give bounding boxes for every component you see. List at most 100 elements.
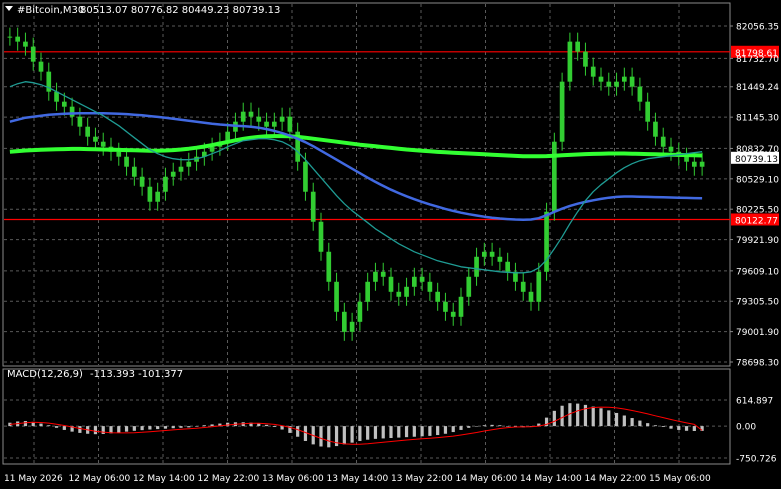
candle-body [373, 271, 378, 282]
time-tick-label: 13 May 06:00 [262, 474, 324, 484]
macd-label: MACD(12,26,9) [7, 369, 83, 380]
macd-panel-frame [2, 368, 731, 465]
candle-body [15, 36, 20, 42]
macd-histogram-bar [677, 426, 681, 430]
candle-body [692, 161, 697, 167]
macd-tick-label: 614.897 [736, 397, 773, 407]
candle-body [482, 251, 487, 257]
candle-body [380, 271, 386, 277]
candle-body [349, 321, 355, 332]
macd-histogram-bar [257, 423, 261, 427]
macd-histogram-bar [451, 426, 455, 433]
candle-body [147, 186, 153, 202]
candle-body [544, 211, 549, 272]
macd-histogram-bar [474, 426, 479, 427]
candle-body [365, 281, 370, 302]
macd-histogram-bar [607, 410, 611, 427]
macd-histogram-bar [389, 426, 393, 439]
candle-body [629, 76, 635, 87]
macd-histogram-bar [599, 408, 603, 427]
macd-histogram-bar [366, 426, 370, 440]
macd-histogram-bar [661, 426, 665, 427]
candle-body [170, 171, 176, 177]
candle-body [645, 101, 650, 122]
candle-body [310, 191, 316, 222]
candle-body [326, 251, 332, 282]
candle-body [357, 301, 363, 322]
macd-histogram-bar [373, 426, 378, 439]
macd-histogram-bar [124, 426, 129, 432]
candle-body [77, 116, 83, 127]
candle-body [567, 41, 573, 82]
price-tick-label: 79001.90 [736, 328, 779, 338]
candle-body [388, 276, 394, 292]
candle-body [116, 151, 122, 157]
candle-body [248, 111, 254, 117]
candle-body [575, 41, 580, 52]
candle-body [466, 276, 472, 297]
candle-body [279, 116, 285, 122]
price-tick-label: 81145.30 [736, 114, 779, 124]
macd-histogram-bar [560, 405, 564, 427]
candle-body [450, 311, 456, 317]
time-tick-label: 15 May 06:00 [649, 474, 711, 484]
candle-body [497, 256, 503, 262]
time-axis[interactable]: 11 May 2026 12 May 06:00 12 May 14:00 12 Ma… [4, 474, 711, 484]
macd-histogram-bar [358, 426, 362, 441]
macd-histogram-bar [280, 426, 284, 430]
candle-body [272, 121, 277, 127]
candle-body [528, 291, 534, 302]
candle-body [699, 161, 705, 167]
candle-body [132, 166, 137, 177]
time-tick-label: 13 May 14:00 [327, 474, 389, 484]
macd-axis[interactable]: 614.897 0.00 -750.726 [736, 397, 777, 465]
macd-histogram-bar [132, 426, 136, 431]
candle-body [559, 81, 565, 142]
candle-body [427, 281, 433, 292]
macd-histogram-bar [591, 406, 595, 427]
macd-histogram-bar [296, 426, 300, 437]
macd-histogram-bar [272, 426, 276, 427]
macd-histogram-bar [420, 426, 424, 437]
macd-histogram-bar [630, 418, 634, 427]
macd-histogram-bar [467, 426, 471, 428]
macd-histogram-bar [62, 426, 66, 430]
candle-body [435, 291, 440, 302]
candle-body [30, 46, 36, 62]
candle-body [668, 146, 674, 152]
price-panel-frame [2, 2, 731, 367]
macd-histogram-bar [54, 426, 59, 428]
macd-histogram-bar [156, 426, 160, 430]
candle-body [404, 286, 409, 297]
candle-body [443, 301, 448, 312]
candle-body [653, 121, 658, 137]
time-tick-label: 14 May 22:00 [585, 474, 647, 484]
candle-body [637, 86, 643, 102]
candle-body [458, 296, 464, 317]
time-tick-label: 14 May 06:00 [456, 474, 518, 484]
macd-histogram-bar [101, 426, 105, 434]
chart-menu-arrow-icon[interactable] [5, 6, 13, 11]
candle-body [520, 281, 526, 292]
current-price-label: 80739.13 [735, 155, 778, 165]
candle-body [178, 166, 184, 172]
ohlc-values: 80513.07 80776.82 80449.23 80739.13 [80, 5, 280, 16]
price-tick-label: 80225.50 [736, 206, 779, 216]
candle-body [93, 136, 98, 142]
trading-chart[interactable]: 81798.6180122.77 82056.3581732.7081449.2… [0, 0, 781, 489]
candle-body [614, 81, 619, 87]
macd-histogram-bar [459, 426, 463, 430]
macd-histogram-bar [614, 412, 619, 427]
macd-histogram-bar [397, 426, 401, 438]
candle-body [85, 126, 90, 137]
price-axis[interactable]: 82056.3581732.7081449.2481145.3080832.70… [730, 23, 779, 369]
candle-body [590, 66, 596, 77]
symbol-label: #Bitcoin,M30 [17, 5, 84, 16]
candle-body [186, 161, 192, 167]
macd-histogram-bar [436, 426, 440, 436]
macd-histogram-bar [303, 426, 308, 441]
macd-histogram-bar [117, 426, 121, 433]
candle-body [163, 176, 168, 192]
price-tick-label: 81449.24 [736, 83, 779, 93]
macd-tick-label: -750.726 [736, 455, 777, 465]
